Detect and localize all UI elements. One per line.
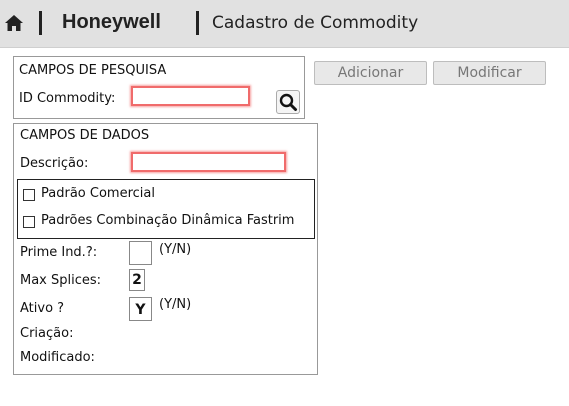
data-section-title: CAMPOS DE DADOS	[20, 128, 150, 143]
brand-logo-text: Honeywell	[62, 11, 161, 33]
active-label: Ativo ?	[20, 301, 65, 316]
search-section-title: CAMPOS DE PESQUISA	[19, 63, 167, 78]
checkbox-fastrim-label: Padrões Combinação Dinâmica Fastrim	[41, 213, 295, 228]
active-hint: (Y/N)	[159, 297, 192, 312]
created-label: Criação:	[20, 326, 74, 341]
checkbox-fastrim[interactable]	[23, 216, 35, 228]
active-input[interactable]: Y	[129, 297, 152, 321]
modify-button[interactable]: Modificar	[433, 61, 546, 85]
id-commodity-label: ID Commodity:	[19, 91, 116, 106]
checkbox-group: Padrão Comercial Padrões Combinação Dinâ…	[17, 179, 315, 239]
description-label: Descrição:	[20, 156, 89, 171]
search-button[interactable]	[276, 90, 300, 114]
add-button[interactable]: Adicionar	[314, 61, 427, 85]
checkbox-padrao-comercial[interactable]	[23, 189, 35, 201]
prime-ind-label: Prime Ind.?:	[20, 245, 98, 260]
header-separator	[39, 11, 42, 35]
checkbox-padrao-comercial-label: Padrão Comercial	[41, 186, 155, 201]
id-commodity-input[interactable]	[131, 86, 250, 106]
prime-ind-input[interactable]	[129, 241, 152, 265]
max-splices-label: Max Splices:	[20, 273, 102, 288]
page-title: Cadastro de Commodity	[212, 13, 419, 33]
header-bar: Honeywell Cadastro de Commodity	[0, 0, 569, 48]
prime-ind-hint: (Y/N)	[159, 242, 192, 257]
max-splices-input[interactable]: 2	[129, 269, 145, 291]
home-icon[interactable]	[4, 13, 24, 33]
search-icon	[279, 93, 297, 111]
header-separator	[196, 11, 199, 35]
modified-label: Modificado:	[20, 350, 95, 365]
description-input[interactable]	[131, 152, 286, 172]
